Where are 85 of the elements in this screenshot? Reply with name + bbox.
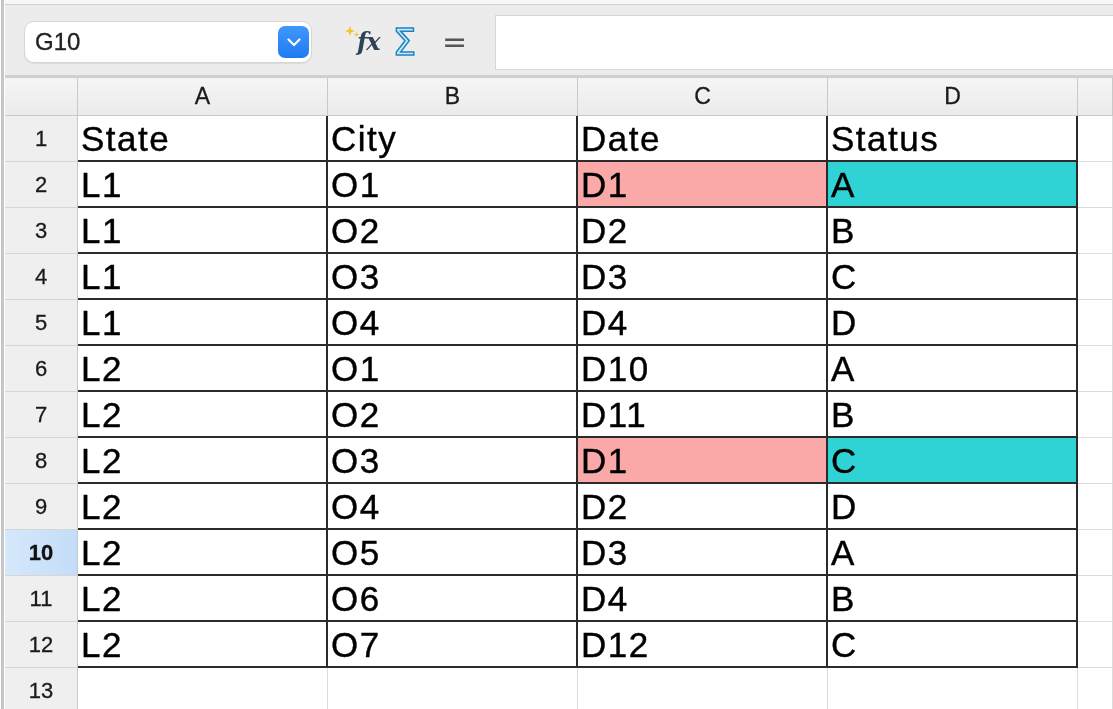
name-box[interactable]: G10 [24,21,312,63]
table-cell: Date [578,116,828,162]
table-cell: D10 [578,346,828,392]
table-cell: D2 [578,484,828,530]
row-header[interactable]: 10 [5,530,78,576]
table-cell: A [828,162,1078,208]
table-cell: L1 [78,300,328,346]
table-cell: D [828,300,1078,346]
row-header[interactable]: 9 [5,484,78,530]
table-cell: D4 [578,300,828,346]
table-cell: D4 [578,576,828,622]
table-cell: City [328,116,578,162]
table-cell [1078,208,1113,254]
table-cell [1078,254,1113,300]
table-cell: C [828,622,1078,668]
table-cell: O1 [328,162,578,208]
table-cell: L2 [78,484,328,530]
table-cell: O4 [328,300,578,346]
table-cell: O2 [328,392,578,438]
table-cell [1078,530,1113,576]
row-header[interactable]: 2 [5,162,78,208]
table-cell: L2 [78,530,328,576]
table-cell: A [828,530,1078,576]
table-cell: A [828,346,1078,392]
table-cell: B [828,576,1078,622]
table-cell [1078,300,1113,346]
row-header[interactable]: 13 [5,668,78,709]
column-header[interactable]: D [828,78,1078,116]
formula-button[interactable]: = [442,27,468,57]
table-cell: O4 [328,484,578,530]
chevron-down-icon [286,37,301,47]
table-cell: L2 [78,622,328,668]
table-cell [1078,116,1113,162]
table-cell [1078,392,1113,438]
table-cell: B [828,208,1078,254]
column-header[interactable]: A [78,78,328,116]
table-cell: C [828,438,1078,484]
row-header[interactable]: 6 [5,346,78,392]
table-cell: L1 [78,254,328,300]
select-all-corner[interactable] [5,78,78,116]
table-cell: C [828,254,1078,300]
table-cell: L2 [78,346,328,392]
table-cell: D11 [578,392,828,438]
table-cell: D1 [578,162,828,208]
table-cell: O3 [328,254,578,300]
table-cell: D3 [578,254,828,300]
table-cell: O7 [328,622,578,668]
row-header[interactable]: 4 [5,254,78,300]
table-cell: D2 [578,208,828,254]
table-cell [1078,438,1113,484]
table-cell: O1 [328,346,578,392]
row-header[interactable]: 8 [5,438,78,484]
row-header[interactable]: 12 [5,622,78,668]
table-cell: O2 [328,208,578,254]
table-cell: O3 [328,438,578,484]
table-cell: L1 [78,208,328,254]
table-cell: B [828,392,1078,438]
table-cell: D [828,484,1078,530]
formula-input-field[interactable] [495,15,1113,70]
table-cell: L2 [78,576,328,622]
table-cell: Status [828,116,1078,162]
row-header[interactable]: 7 [5,392,78,438]
dropdown-button[interactable] [278,26,309,58]
table-cell [1078,346,1113,392]
row-header[interactable]: 1 [5,116,78,162]
table-cell: D3 [578,530,828,576]
table-cell: State [78,116,328,162]
table-cell [1078,162,1113,208]
table-cell [1078,576,1113,622]
table-cell: D12 [578,622,828,668]
column-header[interactable]: C [578,78,828,116]
column-header[interactable]: B [328,78,578,116]
row-header[interactable]: 3 [5,208,78,254]
table-cell: D1 [578,438,828,484]
table-cell: L1 [78,162,328,208]
table-cell: O6 [328,576,578,622]
table-cell: O5 [328,530,578,576]
function-wizard-button[interactable]: fx [345,25,380,59]
row-header[interactable]: 5 [5,300,78,346]
table-cell: L2 [78,438,328,484]
column-header[interactable] [1078,78,1113,116]
table-cell: L2 [78,392,328,438]
table-cell [1078,622,1113,668]
table-cell [1078,484,1113,530]
row-header[interactable]: 11 [5,576,78,622]
